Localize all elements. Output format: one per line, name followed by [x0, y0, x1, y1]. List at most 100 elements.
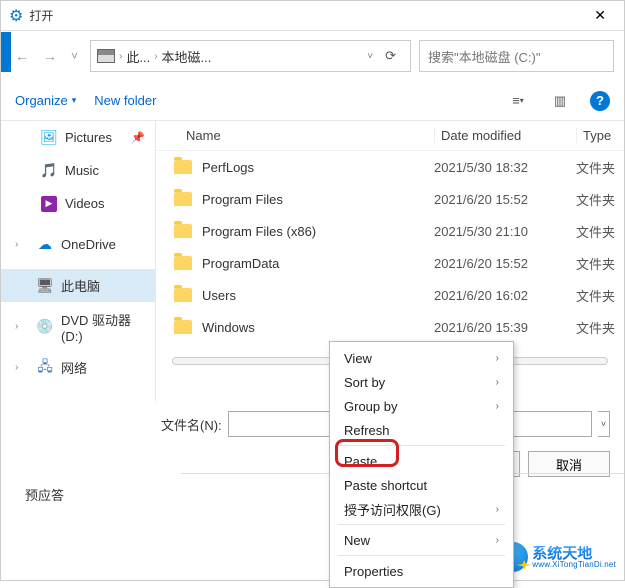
file-date: 2021/6/20 15:52 — [434, 192, 576, 207]
chevron-right-icon[interactable]: › — [15, 362, 18, 373]
cm-refresh[interactable]: Refresh — [330, 418, 513, 442]
file-name: ProgramData — [202, 256, 434, 271]
sidebar-label: OneDrive — [61, 237, 116, 252]
refresh-icon[interactable]: ⟳ — [377, 48, 404, 64]
file-date: 2021/5/30 18:32 — [434, 160, 576, 175]
cm-paste[interactable]: Paste — [330, 449, 513, 473]
breadcrumb-seg2[interactable]: 本地磁... — [162, 47, 212, 66]
gear-icon: ⚙ — [9, 6, 23, 26]
left-accent-strip — [1, 32, 11, 72]
chevron-right-icon: › — [496, 504, 499, 515]
network-icon: 🖧 — [37, 360, 53, 376]
sidebar-item-onedrive[interactable]: › ☁ OneDrive — [1, 228, 155, 261]
sidebar-item-pictures[interactable]: 🖼 Pictures 📌 — [1, 121, 155, 154]
file-name: PerfLogs — [202, 160, 434, 175]
dvd-icon: 💿 — [37, 319, 53, 335]
pin-icon: 📌 — [131, 131, 145, 144]
chevron-right-icon: › — [496, 535, 499, 546]
address-dropdown-icon[interactable]: ˅ — [367, 51, 373, 62]
chevron-right-icon[interactable]: › — [15, 321, 18, 332]
filename-label: 文件名(N): — [161, 415, 222, 434]
file-date: 2021/6/20 16:02 — [434, 288, 576, 303]
context-menu: View› Sort by› Group by› Refresh Paste P… — [329, 341, 514, 588]
main-area: 🖼 Pictures 📌 🎵 Music ▶ Videos › ☁ OneDri… — [1, 121, 624, 401]
chevron-right-icon[interactable]: › — [15, 239, 18, 250]
sidebar-label: 网络 — [61, 358, 87, 377]
cm-groupby[interactable]: Group by› — [330, 394, 513, 418]
window-title: 打开 — [29, 7, 584, 24]
folder-icon — [174, 192, 192, 206]
column-type[interactable]: Type — [576, 128, 624, 143]
chevron-right-icon: › — [154, 51, 157, 62]
file-row[interactable]: Windows2021/6/20 15:39文件夹 — [156, 311, 624, 343]
nav-forward-icon[interactable]: → — [43, 48, 57, 64]
sidebar-item-network[interactable]: › 🖧 网络 — [1, 351, 155, 384]
filter-dropdown[interactable]: ˅ — [598, 411, 610, 437]
dialog-buttons: 打开(O) ▾ 取消 — [1, 447, 624, 487]
cm-view[interactable]: View› — [330, 346, 513, 370]
file-row[interactable]: Program Files2021/6/20 15:52文件夹 — [156, 183, 624, 215]
column-date[interactable]: Date modified — [434, 128, 576, 143]
file-name: Program Files — [202, 192, 434, 207]
cm-sortby[interactable]: Sort by› — [330, 370, 513, 394]
new-folder-button[interactable]: New folder — [94, 93, 156, 108]
organize-label: Organize — [15, 93, 68, 108]
file-date: 2021/6/20 15:39 — [434, 320, 576, 335]
file-type: 文件夹 — [576, 158, 624, 177]
watermark: 系统天地 www.XiTongTianDi.net — [498, 542, 616, 572]
sidebar-item-music[interactable]: 🎵 Music — [1, 154, 155, 187]
file-type: 文件夹 — [576, 318, 624, 337]
column-headers: Name Date modified Type — [156, 121, 624, 151]
drive-icon — [97, 49, 115, 63]
sidebar-item-videos[interactable]: ▶ Videos — [1, 187, 155, 220]
file-row[interactable]: Users2021/6/20 16:02文件夹 — [156, 279, 624, 311]
file-date: 2021/6/20 15:52 — [434, 256, 576, 271]
filename-row: 文件名(N): ˅ — [1, 401, 624, 447]
cm-new[interactable]: New› — [330, 528, 513, 552]
file-name: Program Files (x86) — [202, 224, 434, 239]
file-name: Users — [202, 288, 434, 303]
file-type: 文件夹 — [576, 254, 624, 273]
sidebar-item-dvd[interactable]: › 💿 DVD 驱动器 (D:) — [1, 310, 155, 343]
file-name: Windows — [202, 320, 434, 335]
cm-paste-shortcut[interactable]: Paste shortcut — [330, 473, 513, 497]
close-button[interactable]: ✕ — [584, 3, 616, 28]
sidebar-label: DVD 驱动器 (D:) — [61, 310, 155, 344]
folder-icon — [174, 160, 192, 174]
organize-menu[interactable]: Organize ▾ — [15, 93, 76, 108]
sidebar-label: 此电脑 — [61, 276, 100, 295]
folder-icon — [174, 288, 192, 302]
search-placeholder: 搜索"本地磁盘 (C:)" — [428, 47, 541, 66]
file-row[interactable]: ProgramData2021/6/20 15:52文件夹 — [156, 247, 624, 279]
view-list-icon[interactable]: ≡ ▾ — [506, 89, 530, 113]
preview-pane-icon[interactable]: ▥ — [548, 89, 572, 113]
pc-icon: 🖥 — [37, 278, 53, 294]
menu-separator — [338, 524, 505, 525]
file-row[interactable]: Program Files (x86)2021/5/30 21:10文件夹 — [156, 215, 624, 247]
onedrive-icon: ☁ — [37, 237, 53, 253]
column-name[interactable]: Name — [156, 128, 434, 143]
help-icon[interactable]: ? — [590, 91, 610, 111]
footer-hint: 预应答 — [25, 485, 64, 504]
titlebar: ⚙ 打开 ✕ — [1, 1, 624, 31]
file-date: 2021/5/30 21:10 — [434, 224, 576, 239]
chevron-right-icon: › — [119, 51, 122, 62]
file-row[interactable]: PerfLogs2021/5/30 18:32文件夹 — [156, 151, 624, 183]
sidebar-item-thispc[interactable]: 🖥 此电脑 — [1, 269, 155, 302]
address-toolbar: ← → ˅ › 此... › 本地磁... ˅ ⟳ 搜索"本地磁盘 (C:)" — [1, 31, 624, 81]
nav-up-icon[interactable]: ˅ — [71, 49, 78, 63]
search-input[interactable]: 搜索"本地磁盘 (C:)" — [419, 40, 614, 72]
menu-separator — [338, 445, 505, 446]
cm-grant-access[interactable]: 授予访问权限(G)› — [330, 497, 513, 521]
address-bar[interactable]: › 此... › 本地磁... ˅ ⟳ — [90, 40, 411, 72]
cm-properties[interactable]: Properties — [330, 559, 513, 583]
chevron-right-icon: › — [496, 353, 499, 364]
folder-icon — [174, 256, 192, 270]
nav-back-icon[interactable]: ← — [15, 48, 29, 64]
breadcrumb-seg1[interactable]: 此... — [126, 47, 150, 66]
chevron-right-icon: › — [496, 401, 499, 412]
sidebar-label: Pictures — [65, 130, 112, 145]
watermark-en: www.XiTongTianDi.net — [532, 561, 616, 569]
videos-icon: ▶ — [41, 196, 57, 212]
caret-down-icon: ▾ — [72, 95, 77, 106]
